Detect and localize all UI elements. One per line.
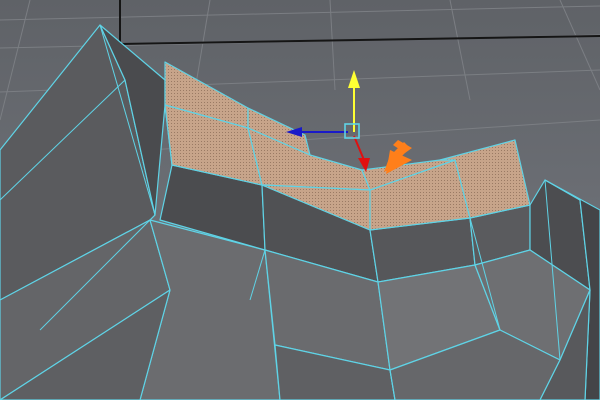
viewport-canvas[interactable] xyxy=(0,0,600,400)
3d-viewport[interactable] xyxy=(0,0,600,400)
